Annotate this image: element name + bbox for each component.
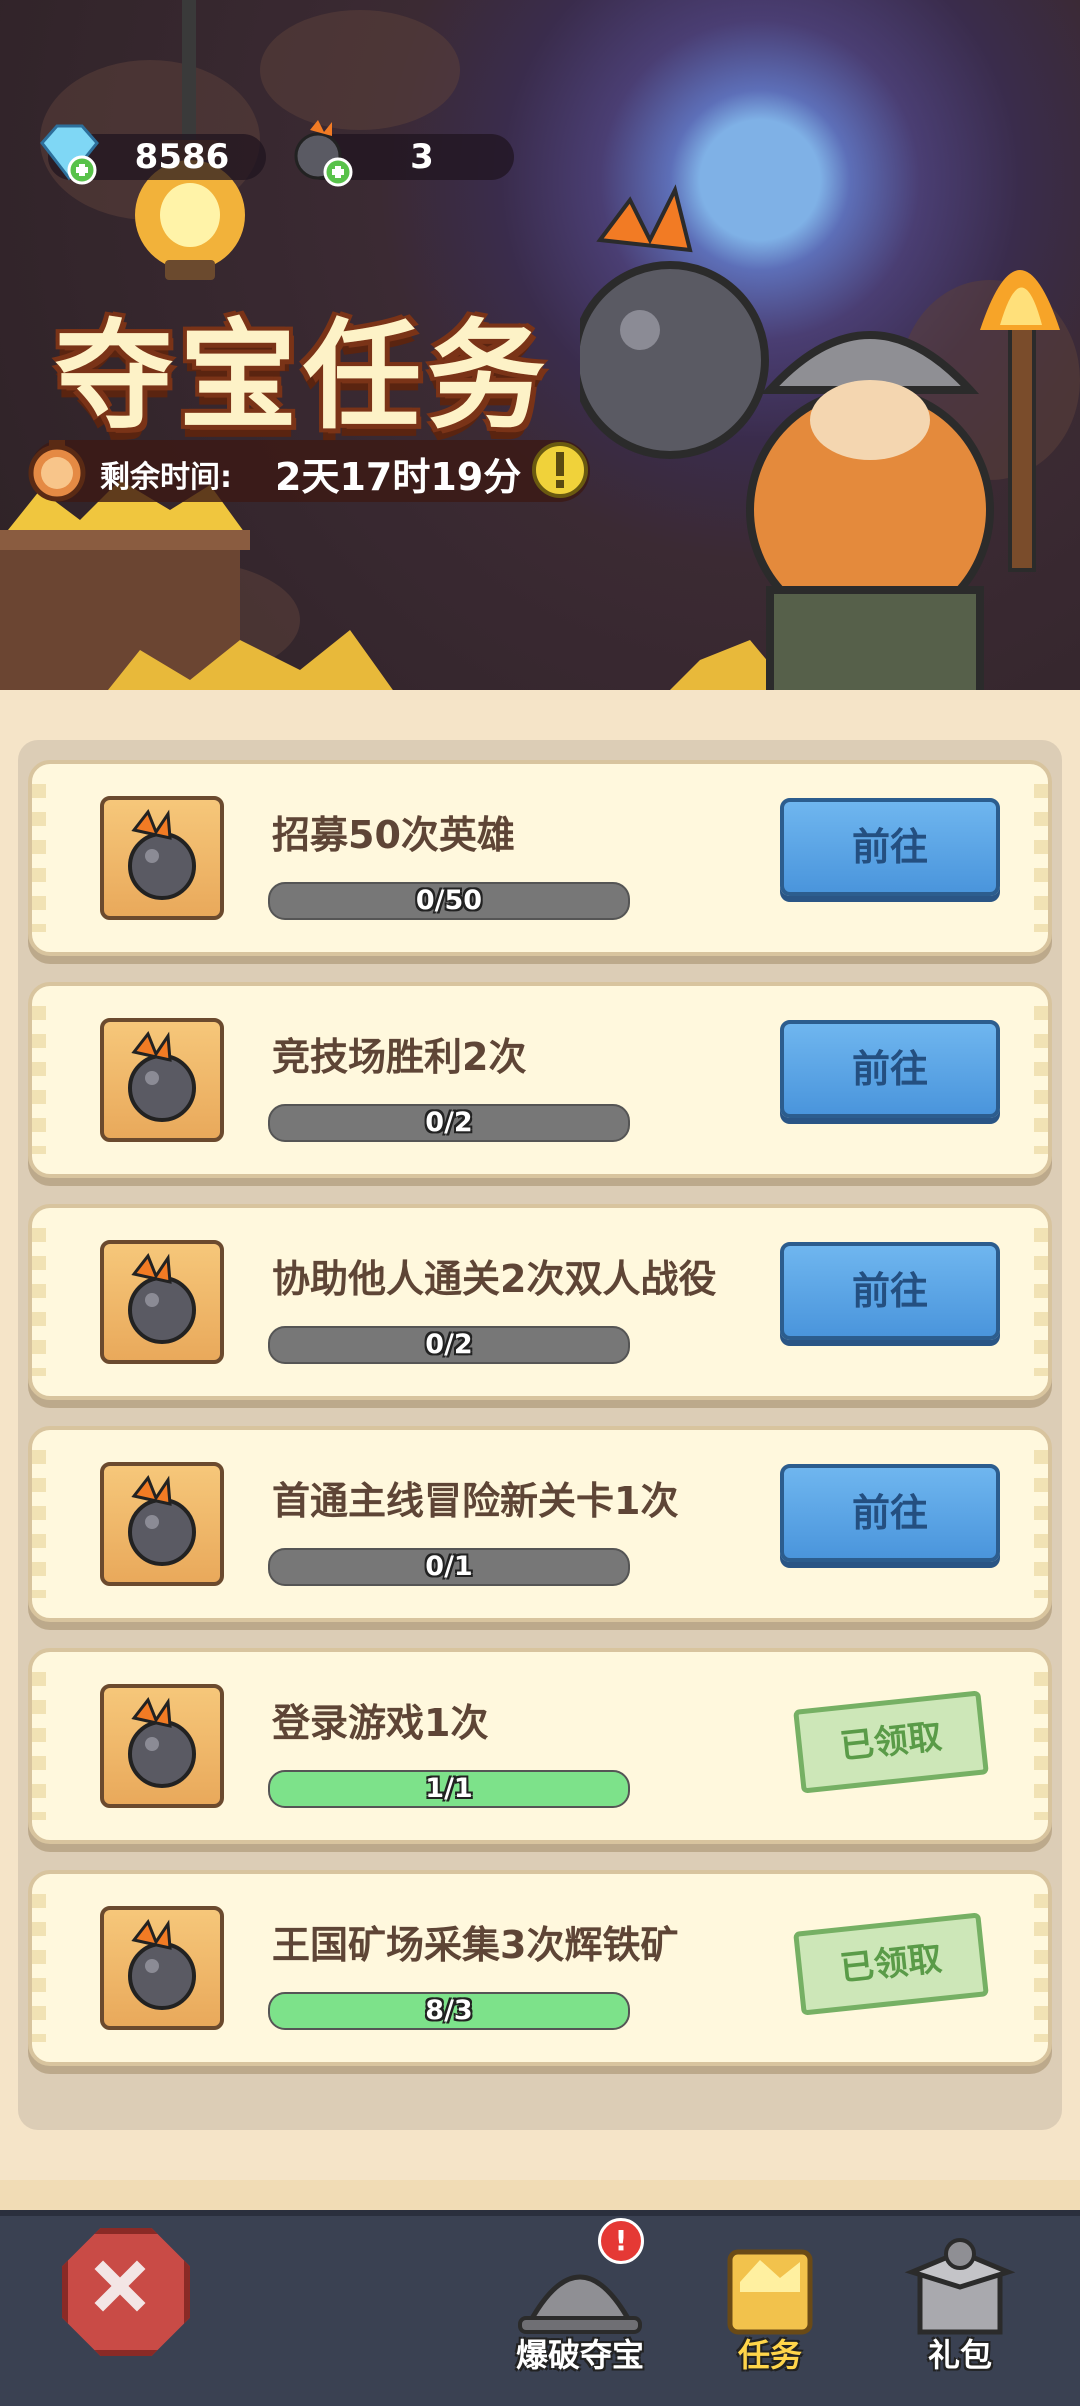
clock-icon (28, 440, 86, 502)
task-progress-bar: 1/1 (268, 1770, 630, 1808)
bomb-icon (128, 1475, 196, 1566)
task-reward-icon-frame (100, 1684, 224, 1808)
bomb-icon (128, 1031, 196, 1122)
task-progress-bar: 0/2 (268, 1326, 630, 1364)
event-banner: 8586 3 夺宝任务 剩余时间: 2天17时19分 (0, 0, 1080, 700)
card-edge-decoration (1034, 1228, 1048, 1376)
task-progress-bar: 0/2 (268, 1104, 630, 1142)
go-button[interactable]: 前往 (780, 1464, 1000, 1562)
task-progress-text: 0/50 (415, 885, 483, 916)
alert-badge: ! (598, 2218, 644, 2264)
card-edge-decoration (1034, 1672, 1048, 1820)
task-progress-text: 0/2 (425, 1329, 473, 1360)
claimed-stamp: 已领取 (793, 1690, 989, 1794)
task-card: 竞技场胜利2次 0/2 前往 (28, 982, 1052, 1178)
gift-box-icon (904, 2238, 1016, 2335)
nav-item-tasks[interactable]: 任务 (680, 2218, 860, 2388)
task-card: 王国矿场采集3次辉铁矿 8/3 已领取 (28, 1870, 1052, 2066)
card-edge-decoration (1034, 784, 1048, 932)
bomb-icon (128, 1253, 196, 1344)
go-button[interactable]: 前往 (780, 798, 1000, 896)
card-edge-decoration (32, 1894, 46, 2042)
nav-item-gift-pack[interactable]: 礼包 (870, 2218, 1050, 2388)
card-edge-decoration (1034, 1006, 1048, 1154)
go-button[interactable]: 前往 (780, 1242, 1000, 1340)
timer-label: 剩余时间: (100, 460, 232, 495)
task-progress-text: 1/1 (425, 1773, 473, 1804)
dwarf-miner-illustration (580, 184, 1060, 700)
bomb-icon (128, 1919, 196, 2010)
bomb-icon (128, 809, 196, 900)
gem-icon[interactable] (32, 118, 102, 188)
task-reward-icon-frame (100, 1018, 224, 1142)
task-progress-text: 0/1 (425, 1551, 473, 1582)
task-card: 首通主线冒险新关卡1次 0/1 前往 (28, 1426, 1052, 1622)
task-name: 协助他人通关2次双人战役 (272, 1257, 717, 1301)
task-card: 协助他人通关2次双人战役 0/2 前往 (28, 1204, 1052, 1400)
bomb-icon (128, 1697, 196, 1788)
timer-value: 2天17时19分 (275, 455, 522, 499)
task-reward-icon-frame (100, 1906, 224, 2030)
card-edge-decoration (1034, 1894, 1048, 2042)
nav-label-blast-treasure: 爆破夺宝 (515, 2336, 644, 2374)
card-edge-decoration (32, 1006, 46, 1154)
gold-ore-icon (727, 2249, 813, 2335)
task-progress-bar: 0/50 (268, 882, 630, 920)
nav-item-blast-treasure[interactable]: ! 爆破夺宝 (490, 2218, 670, 2388)
page-title: 夺宝任务 (55, 307, 552, 445)
task-reward-icon-frame (100, 796, 224, 920)
nav-label-tasks: 任务 (737, 2336, 802, 2374)
task-reward-icon-frame (100, 1462, 224, 1586)
task-card: 招募50次英雄 0/50 前往 (28, 760, 1052, 956)
card-edge-decoration (32, 1228, 46, 1376)
go-button[interactable]: 前往 (780, 1020, 1000, 1118)
task-name: 登录游戏1次 (272, 1701, 489, 1745)
claimed-stamp: 已领取 (793, 1912, 989, 2016)
card-edge-decoration (32, 784, 46, 932)
task-reward-icon-frame (100, 1240, 224, 1364)
exclamation-icon[interactable] (530, 440, 590, 500)
task-progress-text: 0/2 (425, 1107, 473, 1138)
card-edge-decoration (32, 1450, 46, 1598)
task-card: 登录游戏1次 1/1 已领取 (28, 1648, 1052, 1844)
bomb-count: 3 (410, 137, 434, 177)
nav-label-gift-pack: 礼包 (927, 2336, 992, 2374)
gem-count: 8586 (134, 137, 230, 177)
task-name: 竞技场胜利2次 (272, 1035, 527, 1079)
task-name: 王国矿场采集3次辉铁矿 (272, 1923, 679, 1967)
task-progress-text: 8/3 (425, 1995, 473, 2026)
task-progress-bar: 0/1 (268, 1548, 630, 1586)
card-edge-decoration (1034, 1450, 1048, 1598)
card-edge-decoration (32, 1672, 46, 1820)
task-name: 招募50次英雄 (272, 813, 515, 857)
task-progress-bar: 8/3 (268, 1992, 630, 2030)
task-name: 首通主线冒险新关卡1次 (272, 1479, 679, 1523)
bomb-icon[interactable] (288, 118, 358, 188)
